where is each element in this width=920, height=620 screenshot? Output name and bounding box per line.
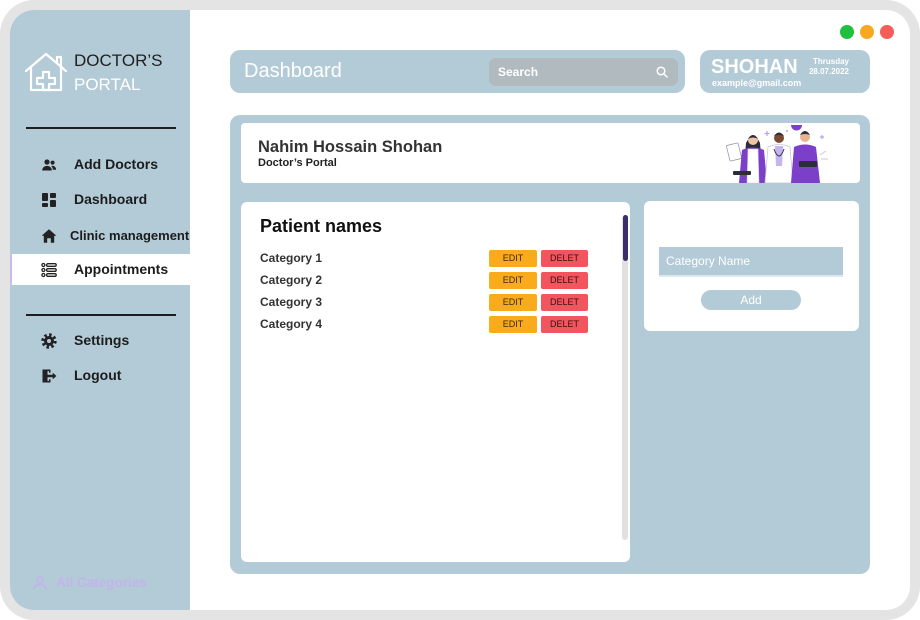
current-date-value: 28.07.2022 [808,67,849,76]
window-maximize-button[interactable] [840,25,854,39]
home-icon [41,228,57,243]
list-item-label: Category 2 [260,273,323,287]
sidebar-item-dashboard[interactable]: Dashboard [10,184,190,215]
list-item: Category 4 EDIT DELET [241,313,611,335]
doctors-illustration [726,125,828,183]
delete-button[interactable]: DELET [541,272,588,289]
sidebar-item-label: Appointments [74,261,169,277]
doctor-subtitle: Doctor’s Portal [258,157,337,169]
brand-subtitle: PORTAL [74,75,141,94]
app-window: DOCTOR’S PORTAL Add Doctors Dashboard Cl… [10,10,910,610]
edit-button[interactable]: EDIT [489,250,537,267]
sidebar-item-label: Add Doctors [74,156,158,172]
sidebar-item-add-doctors[interactable]: Add Doctors [10,149,190,180]
welcome-card: Nahim Hossain Shohan Doctor’s Portal [241,123,860,183]
sidebar: DOCTOR’S PORTAL Add Doctors Dashboard Cl… [10,10,190,610]
user-icon [33,576,47,591]
list-item-label: Category 3 [260,295,323,309]
sidebar-footer-label: All Categories [56,575,147,590]
category-name-input[interactable] [659,247,843,277]
delete-button[interactable]: DELET [541,316,588,333]
sidebar-item-label: Settings [74,332,130,348]
current-date: Thrusday 28.07.2022 [809,57,849,77]
page-title: Dashboard [244,60,342,82]
sidebar-item-appointments[interactable]: Appointments [10,254,190,285]
user-name: SHOHAN [711,56,798,78]
add-category-card: Add [644,201,859,331]
sidebar-item-label: Logout [74,367,122,383]
user-email: example@gmail.com [712,78,802,88]
dashboard-grid-icon [42,192,56,207]
edit-button[interactable]: EDIT [489,316,537,333]
add-button[interactable]: Add [701,290,801,310]
search-icon[interactable] [656,66,668,78]
sidebar-item-label: Dashboard [74,191,148,207]
delete-button[interactable]: DELET [541,294,588,311]
header-bar: Dashboard [230,50,685,93]
patient-list-title: Patient names [260,216,383,236]
doctor-name: Nahim Hossain Shohan [258,138,443,156]
list-item-label: Category 1 [260,251,323,265]
main-panel: Nahim Hossain Shohan Doctor’s Portal Pat… [230,115,870,574]
sidebar-divider [26,127,176,129]
delete-button[interactable]: DELET [541,250,588,267]
list-item: Category 2 EDIT DELET [241,269,611,291]
scrollbar[interactable] [622,215,628,540]
hospital-house-icon [24,52,68,92]
window-close-button[interactable] [880,25,894,39]
sidebar-item-label: Clinic management [70,228,190,243]
list-item: Category 1 EDIT DELET [241,247,611,269]
list-item: Category 3 EDIT DELET [241,291,611,313]
list-icon [41,262,57,277]
gear-icon [41,332,57,349]
patient-list-card: Patient names Category 1 EDIT DELET Cate… [241,202,630,562]
users-icon [42,158,57,170]
user-profile-card[interactable]: SHOHAN Thrusday 28.07.2022 example@gmail… [700,50,870,93]
brand-title: DOCTOR’S [74,51,163,70]
edit-button[interactable]: EDIT [489,272,537,289]
window-minimize-button[interactable] [860,25,874,39]
device-frame: DOCTOR’S PORTAL Add Doctors Dashboard Cl… [0,0,920,620]
sidebar-item-settings[interactable]: Settings [10,325,190,356]
scrollbar-thumb[interactable] [622,215,628,261]
sidebar-divider [26,314,176,316]
sidebar-item-clinic-management[interactable]: Clinic management [10,220,190,251]
search-input[interactable] [489,58,678,86]
logout-icon [42,369,57,382]
current-day: Thrusday [812,57,849,66]
sidebar-item-logout[interactable]: Logout [10,360,190,391]
list-item-label: Category 4 [260,317,323,331]
edit-button[interactable]: EDIT [489,294,537,311]
